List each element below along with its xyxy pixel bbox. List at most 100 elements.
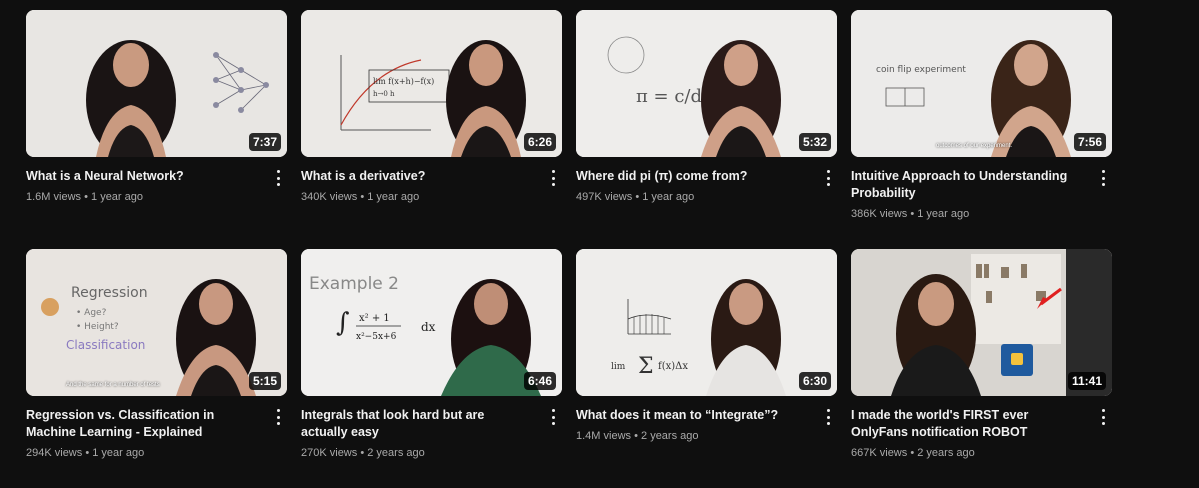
video-duration: 5:15 <box>248 372 281 390</box>
upload-age: 1 year ago <box>92 447 145 459</box>
video-thumbnail[interactable]: π = c/d 5:32 <box>576 10 837 157</box>
video-title[interactable]: Integrals that look hard but are actuall… <box>301 407 532 441</box>
view-count: 1.6M views <box>26 191 82 203</box>
svg-text:Example 2: Example 2 <box>309 274 399 294</box>
video-title[interactable]: Regression vs. Classification in Machine… <box>26 407 257 441</box>
upload-age: 1 year ago <box>367 191 420 203</box>
separator: • <box>910 447 915 459</box>
video-meta: What is a derivative? 340K views • 1 yea… <box>301 157 562 204</box>
video-stats: 667K views • 2 years ago <box>851 446 1082 460</box>
svg-text:• Age?: • Age? <box>76 308 107 318</box>
thumbnail-image: Example 2 ∫ x² + 1 x²−5x+6 dx <box>301 249 562 396</box>
video-thumbnail[interactable]: Example 2 ∫ x² + 1 x²−5x+6 dx 6:46 <box>301 249 562 396</box>
video-stats: 386K views • 1 year ago <box>851 207 1082 221</box>
upload-age: 1 year ago <box>917 208 970 220</box>
video-meta: I made the world's FIRST ever OnlyFans n… <box>851 396 1112 460</box>
view-count: 667K views <box>851 447 908 459</box>
thumbnail-image: coin flip experiment <box>851 10 1112 157</box>
separator: • <box>84 191 88 203</box>
svg-text:lim f(x+h)−f(x): lim f(x+h)−f(x) <box>373 77 434 86</box>
view-count: 340K views <box>301 191 358 203</box>
separator: • <box>360 447 365 459</box>
view-count: 497K views <box>576 191 633 203</box>
video-thumbnail[interactable]: lim Σ f(x)Δx 6:30 <box>576 249 837 396</box>
more-vert-icon[interactable] <box>271 169 285 187</box>
video-stats: 497K views • 1 year ago <box>576 190 807 204</box>
upload-age: 1 year ago <box>642 191 695 203</box>
video-title[interactable]: What is a derivative? <box>301 168 532 185</box>
video-thumbnail[interactable]: 7:37 <box>26 10 287 157</box>
video-caption: outcomes of our experiment. <box>936 143 1013 149</box>
more-vert-icon[interactable] <box>271 408 285 426</box>
video-card[interactable]: 7:37 What is a Neural Network? 1.6M view… <box>26 10 287 249</box>
video-meta: Intuitive Approach to Understanding Prob… <box>851 157 1112 221</box>
separator: • <box>85 447 90 459</box>
video-title[interactable]: I made the world's FIRST ever OnlyFans n… <box>851 407 1082 441</box>
svg-text:dx: dx <box>421 320 436 334</box>
separator: • <box>910 208 915 220</box>
svg-text:∫: ∫ <box>336 308 350 338</box>
video-card[interactable]: coin flip experiment outcomes of our exp… <box>851 10 1112 249</box>
upload-age: 1 year ago <box>91 191 143 203</box>
video-meta: Integrals that look hard but are actuall… <box>301 396 562 460</box>
video-card[interactable]: Regression • Age? • Height? Classificati… <box>26 249 287 488</box>
video-card[interactable]: π = c/d 5:32 Where did pi (π) come from?… <box>576 10 837 249</box>
video-title[interactable]: Intuitive Approach to Understanding Prob… <box>851 168 1082 202</box>
video-thumbnail[interactable]: coin flip experiment outcomes of our exp… <box>851 10 1112 157</box>
video-title[interactable]: What is a Neural Network? <box>26 168 257 185</box>
video-meta: What does it mean to “Integrate”? 1.4M v… <box>576 396 837 443</box>
video-card[interactable]: 11:41 I made the world's FIRST ever Only… <box>851 249 1112 488</box>
separator: • <box>635 191 640 203</box>
video-duration: 6:30 <box>798 372 831 390</box>
video-stats: 1.6M views • 1 year ago <box>26 190 257 204</box>
video-meta: Where did pi (π) come from? 497K views •… <box>576 157 837 204</box>
svg-text:coin flip experiment: coin flip experiment <box>876 65 966 75</box>
svg-text:f(x)Δx: f(x)Δx <box>658 361 688 372</box>
view-count: 294K views <box>26 447 83 459</box>
video-thumbnail[interactable]: 11:41 <box>851 249 1112 396</box>
video-duration: 7:56 <box>1073 133 1106 151</box>
more-vert-icon[interactable] <box>821 408 835 426</box>
separator: • <box>360 191 365 203</box>
more-vert-icon[interactable] <box>1096 169 1110 187</box>
thumbnail-image: lim f(x+h)−f(x) h→0 h <box>301 10 562 157</box>
video-thumbnail[interactable]: lim f(x+h)−f(x) h→0 h 6:26 <box>301 10 562 157</box>
svg-text:x² + 1: x² + 1 <box>359 313 390 324</box>
video-card[interactable]: lim Σ f(x)Δx 6:30 What does it mean to “… <box>576 249 837 488</box>
video-caption: And the same for a number of tests <box>66 382 160 388</box>
video-stats: 1.4M views • 2 years ago <box>576 429 807 443</box>
thumbnail-image: Regression • Age? • Height? Classificati… <box>26 249 287 396</box>
video-thumbnail[interactable]: Regression • Age? • Height? Classificati… <box>26 249 287 396</box>
thumbnail-image: lim Σ f(x)Δx <box>576 249 837 396</box>
video-title[interactable]: Where did pi (π) come from? <box>576 168 807 185</box>
svg-text:x²−5x+6: x²−5x+6 <box>356 332 397 342</box>
video-duration: 6:46 <box>523 372 556 390</box>
video-title[interactable]: What does it mean to “Integrate”? <box>576 407 807 424</box>
view-count: 386K views <box>851 208 908 220</box>
svg-text:Regression: Regression <box>71 285 148 301</box>
video-duration: 7:37 <box>248 133 281 151</box>
svg-text:h→0 h: h→0 h <box>373 90 395 98</box>
view-count: 270K views <box>301 447 358 459</box>
more-vert-icon[interactable] <box>546 408 560 426</box>
upload-age: 2 years ago <box>641 430 699 442</box>
video-card[interactable]: lim f(x+h)−f(x) h→0 h 6:26 What is a der… <box>301 10 562 249</box>
video-meta: Regression vs. Classification in Machine… <box>26 396 287 460</box>
video-duration: 5:32 <box>798 133 831 151</box>
svg-text:Classification: Classification <box>66 338 145 352</box>
more-vert-icon[interactable] <box>821 169 835 187</box>
thumbnail-image: π = c/d <box>576 10 837 157</box>
video-card[interactable]: Example 2 ∫ x² + 1 x²−5x+6 dx 6:46 Integ… <box>301 249 562 488</box>
svg-text:π = c/d: π = c/d <box>636 86 702 107</box>
svg-text:Σ: Σ <box>638 354 654 379</box>
separator: • <box>634 430 638 442</box>
more-vert-icon[interactable] <box>546 169 560 187</box>
upload-age: 2 years ago <box>367 447 425 459</box>
svg-text:lim: lim <box>611 362 626 372</box>
thumbnail-image <box>26 10 287 157</box>
more-vert-icon[interactable] <box>1096 408 1110 426</box>
video-duration: 6:26 <box>523 133 556 151</box>
video-meta: What is a Neural Network? 1.6M views • 1… <box>26 157 287 204</box>
video-stats: 340K views • 1 year ago <box>301 190 532 204</box>
video-stats: 294K views • 1 year ago <box>26 446 257 460</box>
